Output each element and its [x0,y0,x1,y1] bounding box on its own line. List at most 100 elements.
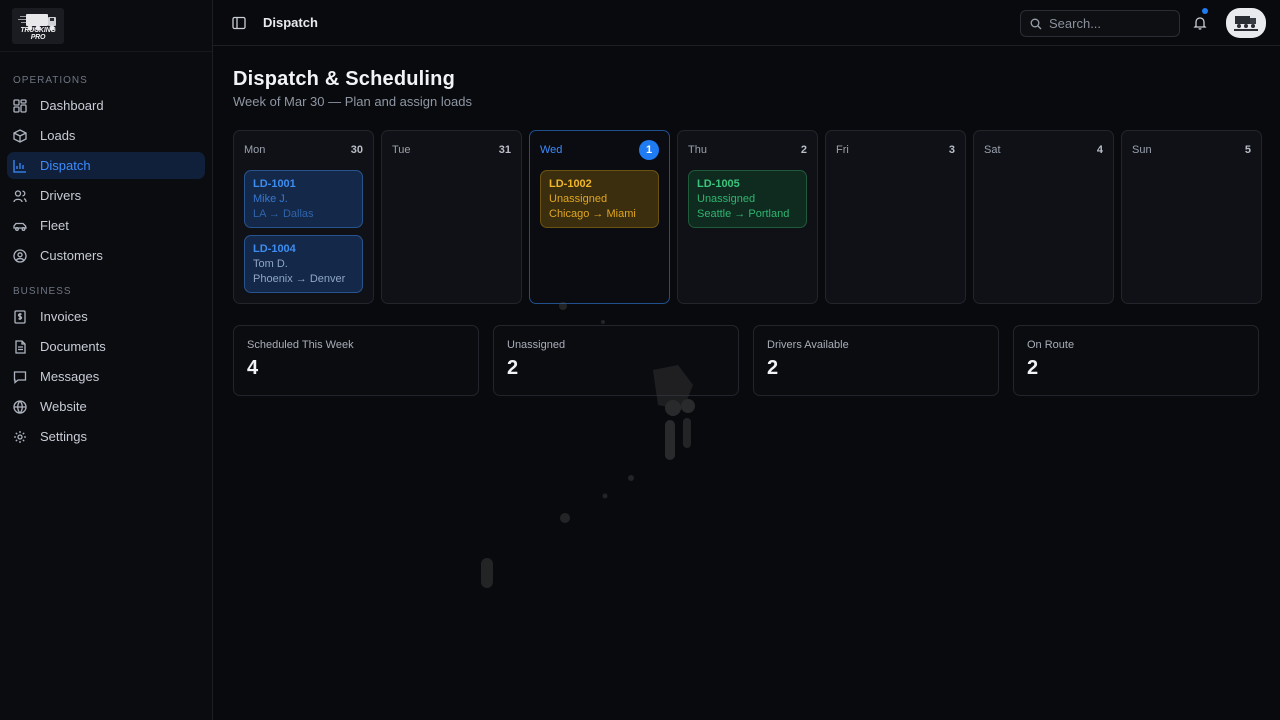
sidebar-item-label: Messages [40,369,100,384]
sidebar-item-label: Website [40,399,87,414]
sidebar-item-settings[interactable]: Settings [7,423,205,450]
sidebar-item-loads[interactable]: Loads [7,122,205,149]
sidebar-item-drivers[interactable]: Drivers [7,182,205,209]
load-driver: Tom D. [253,258,288,270]
sidebar-item-label: Documents [40,339,106,354]
sidebar-item-messages[interactable]: Messages [7,363,205,390]
sidebar-item-fleet[interactable]: Fleet [7,212,205,239]
load-card[interactable]: LD-1005 Unassigned Seattle → Portland [688,170,807,228]
day-date: 5 [1244,144,1251,156]
day-name: Fri [836,144,849,156]
stat-label: Scheduled This Week [247,339,354,351]
stat-value: 2 [767,357,779,379]
stat-card-scheduled: Scheduled This Week 4 [233,325,479,396]
avatar[interactable] [1226,8,1266,38]
day-column-thu[interactable]: Thu 2 LD-1005 Unassigned Seattle → Portl… [677,130,818,304]
sidebar-item-website[interactable]: Website [7,393,205,420]
load-route: Seattle → Portland [697,208,790,220]
file-icon [13,339,27,354]
search-box[interactable] [1020,10,1180,37]
load-id: LD-1001 [253,178,296,190]
load-id: LD-1005 [697,178,740,190]
day-column-tue[interactable]: Tue 31 [381,130,522,304]
brand-area: TRUCKING PRO [0,0,212,52]
sidebar-item-label: Settings [40,429,87,444]
load-card[interactable]: LD-1001 Mike J. LA → Dallas [244,170,363,228]
sidebar-item-documents[interactable]: Documents [7,333,205,360]
day-header: Sun 5 [1132,140,1251,160]
stat-card-on-route: On Route 2 [1013,325,1259,396]
day-name: Wed [540,144,563,156]
day-name: Sat [984,144,1001,156]
load-route: LA → Dallas [253,208,314,220]
day-date: 31 [498,144,511,156]
today-date-badge: 1 [639,140,659,160]
day-date: 4 [1096,144,1103,156]
stat-label: On Route [1027,339,1075,351]
sidebar-item-label: Customers [40,248,103,263]
box-icon [13,128,27,143]
topbar-title: Dispatch [263,15,318,30]
day-date: 2 [800,144,807,156]
stats-row: Scheduled This Week 4 Unassigned 2 Drive… [233,325,1259,396]
day-name: Mon [244,144,266,156]
stat-value: 2 [1027,357,1039,379]
search-icon [1030,18,1042,30]
sidebar-item-label: Loads [40,128,76,143]
day-date: 30 [350,144,363,156]
load-route: Phoenix → Denver [253,273,346,285]
message-icon [13,370,27,384]
car-icon [13,219,27,233]
stat-card-drivers-available: Drivers Available 2 [753,325,999,396]
day-header: Sat 4 [984,140,1103,160]
brand-logo[interactable]: TRUCKING PRO [12,7,64,44]
day-name: Sun [1132,144,1152,156]
globe-icon [13,399,27,414]
sidebar-item-label: Fleet [40,218,69,233]
day-header: Fri 3 [836,140,955,160]
notification-bell-icon[interactable] [1193,16,1207,30]
load-driver: Unassigned [697,193,756,205]
day-column-fri[interactable]: Fri 3 [825,130,966,304]
stat-label: Unassigned [507,339,566,351]
search-input[interactable] [1049,16,1169,31]
brand-name: TRUCKING PRO [20,26,56,41]
day-column-wed[interactable]: Wed 1 LD-1002 Unassigned Chicago → Miami [529,130,670,304]
sidebar-item-label: Invoices [40,309,88,324]
sidebar: TRUCKING PRO OPERATIONS Dashboard Loads … [0,0,213,720]
nav-section-operations: OPERATIONS [13,75,88,86]
load-id: LD-1002 [549,178,592,190]
user-circle-icon [13,248,27,263]
load-route: Chicago → Miami [549,208,636,220]
sidebar-item-dashboard[interactable]: Dashboard [7,92,205,119]
day-name: Thu [688,144,707,156]
main-content: Dispatch Search... Dispatch & Scheduling… [213,0,1280,720]
day-column-sat[interactable]: Sat 4 [973,130,1114,304]
users-icon [13,189,27,203]
day-column-mon[interactable]: Mon 30 LD-1001 Mike J. LA → Dallas LD-10… [233,130,374,304]
sidebar-item-invoices[interactable]: Invoices [7,303,205,330]
sidebar-item-label: Drivers [40,188,82,203]
receipt-icon [13,309,27,324]
notification-dot [1202,8,1208,14]
load-card[interactable]: LD-1002 Unassigned Chicago → Miami [540,170,659,228]
gear-icon [13,430,27,444]
sidebar-item-customers[interactable]: Customers [7,242,205,269]
day-name: Tue [392,144,411,156]
nav-section-business: BUSINESS [13,286,72,297]
day-header: Thu 2 [688,140,807,160]
page-header: Dispatch & Scheduling Week of Mar 30 — P… [233,68,472,109]
app-root: TRUCKING PRO OPERATIONS Dashboard Loads … [0,0,1280,720]
load-driver: Unassigned [549,193,608,205]
load-card[interactable]: LD-1004 Tom D. Phoenix → Denver [244,235,363,293]
avatar-truck-icon [1234,16,1258,31]
day-date: 3 [948,144,955,156]
sidebar-toggle-icon[interactable] [232,16,246,30]
day-header: Mon 30 [244,140,363,160]
day-column-sun[interactable]: Sun 5 [1121,130,1262,304]
dashboard-icon [13,98,27,113]
sidebar-item-dispatch[interactable]: Dispatch [7,152,205,179]
page-title: Dispatch & Scheduling [233,68,456,90]
sidebar-item-label: Dashboard [40,98,104,113]
stat-value: 4 [247,357,259,379]
